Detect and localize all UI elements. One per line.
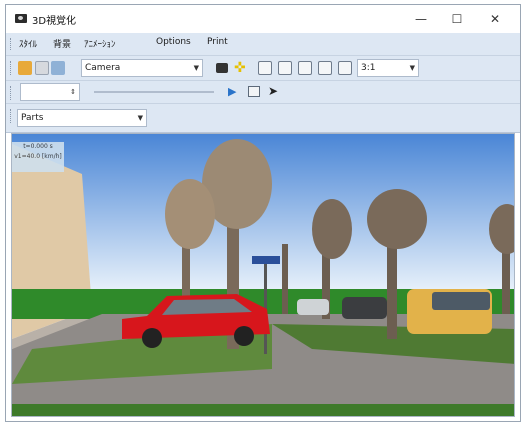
minimize-button[interactable]: — xyxy=(406,9,436,29)
time-readout: t=0.000 s xyxy=(23,143,53,150)
video-camera-icon[interactable] xyxy=(216,63,228,73)
time-slider[interactable] xyxy=(94,91,214,93)
hedge xyxy=(12,404,514,416)
menu-options[interactable]: Options xyxy=(156,37,191,47)
view-iso-icon[interactable] xyxy=(318,61,332,75)
car-wheel xyxy=(234,326,254,346)
app-window: 3D視覚化 — ☐ ✕ ｽﾀｲﾙ 背景 ｱﾆﾒｰｼｮﾝ Options Prin… xyxy=(5,4,521,422)
time-stepper[interactable]: ⇕ xyxy=(20,83,80,101)
tree-trunk xyxy=(282,244,288,314)
camera-settings-icon[interactable] xyxy=(51,61,65,75)
record-icon[interactable] xyxy=(248,86,260,97)
car-wheel xyxy=(142,328,162,348)
tree-crown xyxy=(165,179,215,249)
parts-select-value: Parts xyxy=(21,113,44,123)
view-persp-icon[interactable] xyxy=(338,61,352,75)
toolbar-grip-icon xyxy=(10,109,14,123)
scene-render xyxy=(12,134,514,416)
tree-crown xyxy=(312,199,352,259)
camera-select-value: Camera xyxy=(85,63,121,73)
toolbar-grip-icon xyxy=(10,86,14,100)
ratio-select[interactable]: 3:1 ▼ xyxy=(357,59,419,77)
view-toolbar: Camera ▼ ✜ 3:1 ▼ xyxy=(6,56,520,81)
pointer-icon[interactable]: ➤ xyxy=(268,84,278,98)
menu-style[interactable]: ｽﾀｲﾙ xyxy=(19,37,37,50)
parked-car xyxy=(297,299,329,315)
chevron-down-icon: ▼ xyxy=(409,64,415,72)
3d-viewport[interactable]: t=0.000 s v1=40.0 [km/h] xyxy=(11,133,515,417)
viewport-info-overlay: t=0.000 s v1=40.0 [km/h] xyxy=(12,142,64,172)
menu-animation[interactable]: ｱﾆﾒｰｼｮﾝ xyxy=(84,37,116,50)
print-icon[interactable] xyxy=(35,61,49,75)
ratio-select-value: 3:1 xyxy=(361,63,376,73)
tree-crown xyxy=(367,189,427,249)
menu-bar: ｽﾀｲﾙ 背景 ｱﾆﾒｰｼｮﾝ Options Print xyxy=(6,33,520,56)
speed-readout: v1=40.0 [km/h] xyxy=(14,153,62,160)
sign-pole xyxy=(264,259,267,354)
toolbar-grip-icon xyxy=(10,61,14,75)
view-top-icon[interactable] xyxy=(298,61,312,75)
playback-toolbar: ⇕ ▶ ➤ ▾ xyxy=(6,81,520,110)
app-icon xyxy=(15,14,27,23)
menu-background[interactable]: 背景 xyxy=(53,37,71,50)
van-window xyxy=(432,292,490,310)
menu-grip-icon xyxy=(10,38,14,50)
camera-select[interactable]: Camera ▼ xyxy=(81,59,203,77)
window-title: 3D視覚化 xyxy=(32,16,77,27)
street-sign xyxy=(252,256,280,264)
maximize-button[interactable]: ☐ xyxy=(442,9,472,29)
chevron-down-icon: ▼ xyxy=(193,64,199,72)
parts-select[interactable]: Parts ▼ xyxy=(17,109,147,127)
spin-arrows-icon: ⇕ xyxy=(70,88,76,96)
parked-car xyxy=(342,297,387,319)
move-icon[interactable]: ✜ xyxy=(234,61,248,75)
menu-print[interactable]: Print xyxy=(207,37,228,47)
parts-toolbar: Parts ▼ xyxy=(6,104,520,133)
view-side-icon[interactable] xyxy=(278,61,292,75)
chevron-down-icon: ▼ xyxy=(137,114,143,122)
view-front-icon[interactable] xyxy=(258,61,272,75)
open-icon[interactable] xyxy=(18,61,32,75)
play-icon[interactable]: ▶ xyxy=(228,85,236,98)
title-bar: 3D視覚化 — ☐ ✕ xyxy=(6,5,520,33)
close-button[interactable]: ✕ xyxy=(480,9,510,29)
